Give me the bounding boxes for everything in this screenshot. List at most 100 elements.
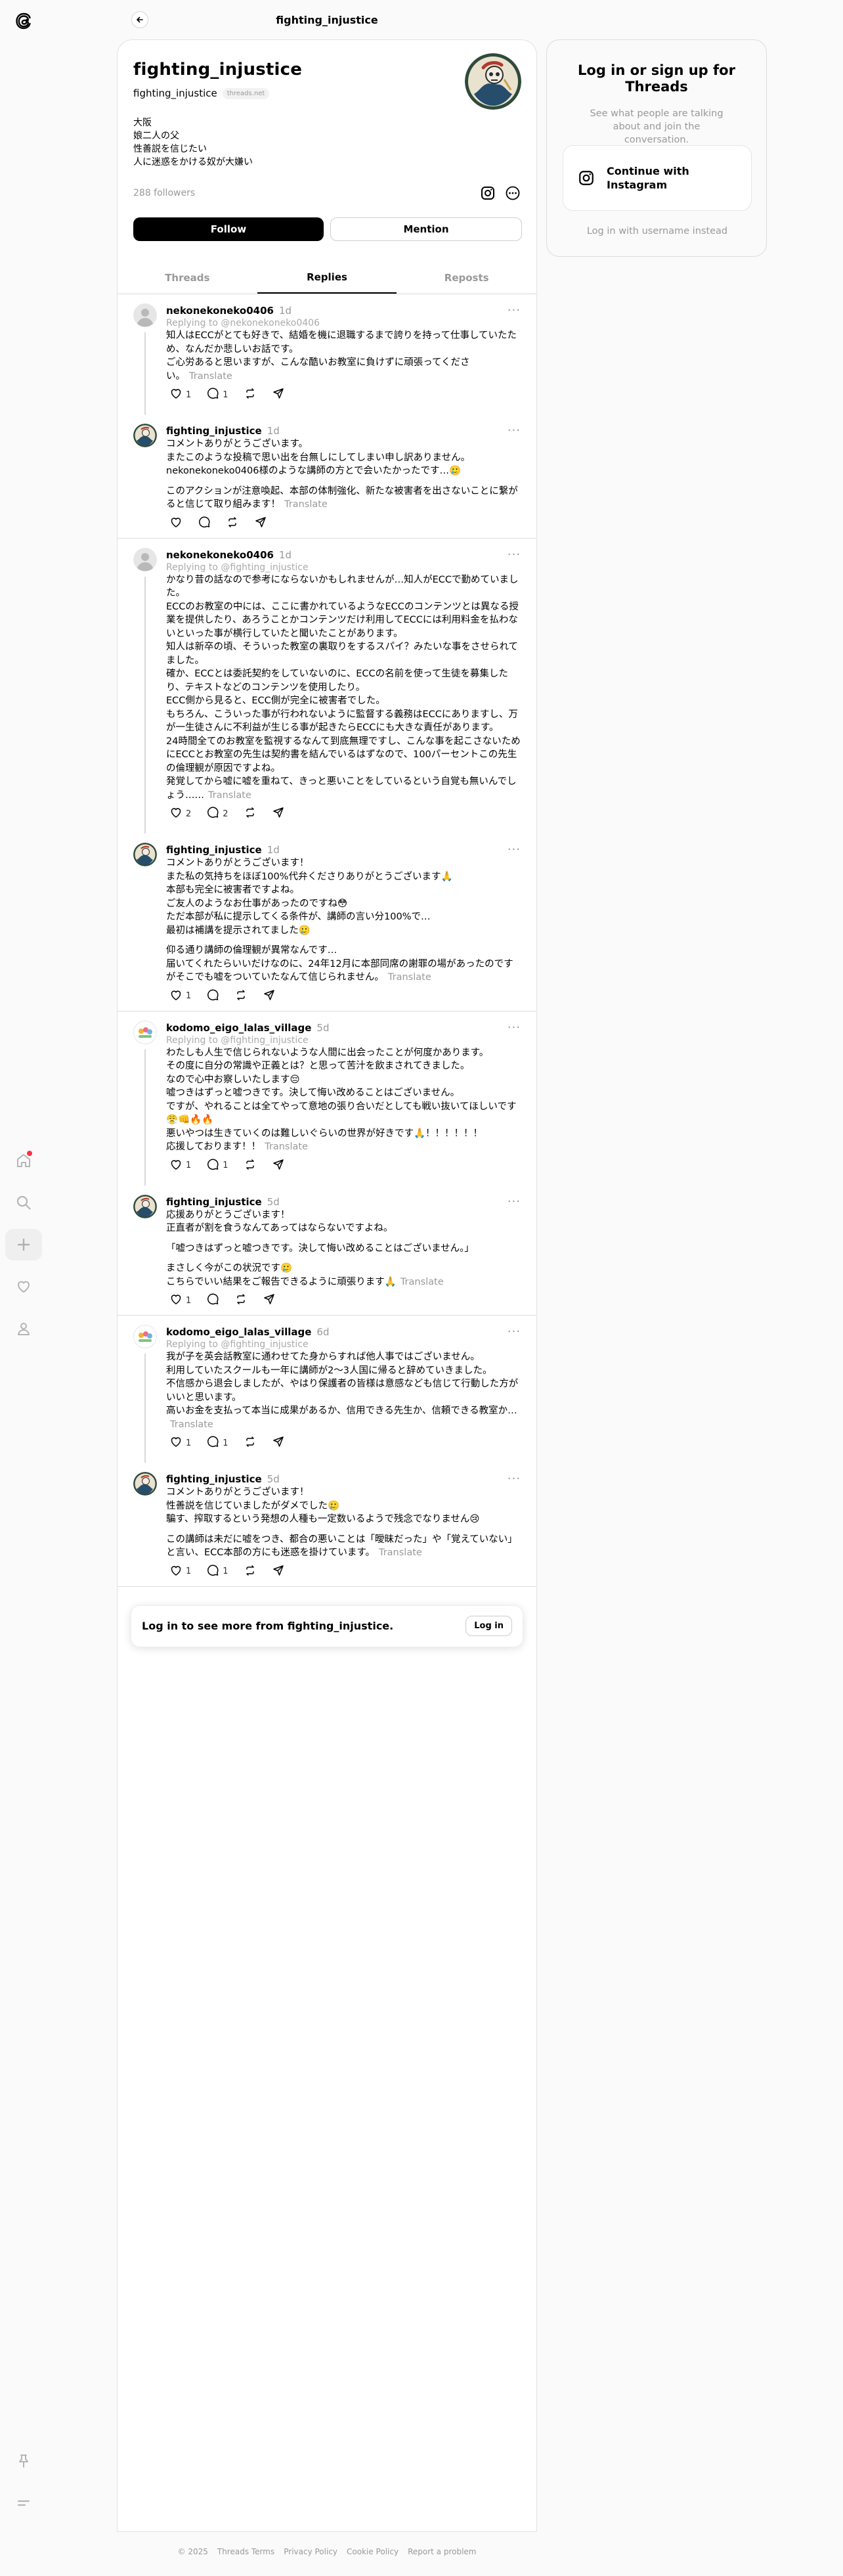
more-options-icon[interactable]: ··· (508, 1326, 521, 1338)
back-button[interactable] (131, 11, 148, 28)
avatar[interactable] (133, 303, 157, 327)
pin-icon[interactable] (0, 2440, 47, 2482)
avatar[interactable] (133, 424, 157, 447)
translate-link[interactable]: Translate (400, 1277, 444, 1287)
repost-button[interactable] (223, 516, 239, 531)
translate-link[interactable]: Translate (388, 972, 431, 983)
repost-button[interactable] (231, 988, 248, 1004)
reply-button[interactable]: 1 (203, 1158, 228, 1174)
share-button[interactable] (269, 1435, 285, 1451)
avatar[interactable] (133, 843, 157, 866)
reply-button[interactable] (203, 1293, 219, 1308)
continue-with-instagram-button[interactable]: Continue with Instagram (563, 145, 752, 211)
repost-button[interactable] (240, 1158, 257, 1174)
share-button[interactable] (259, 988, 276, 1004)
threads-badge[interactable]: threads.net (222, 87, 270, 99)
footer-cookie-link[interactable]: Cookie Policy (347, 2547, 399, 2556)
heart-icon[interactable] (0, 1266, 47, 1308)
more-options-icon[interactable]: ··· (508, 548, 521, 560)
translate-link[interactable]: Translate (284, 499, 328, 510)
like-button[interactable]: 1 (166, 1564, 191, 1580)
login-button[interactable]: Log in (465, 1616, 512, 1636)
mention-button[interactable]: Mention (330, 217, 522, 241)
more-options-icon[interactable] (504, 184, 522, 202)
avatar[interactable] (133, 1020, 157, 1044)
footer-terms-link[interactable]: Threads Terms (217, 2547, 274, 2556)
username[interactable]: nekonekoneko0406 (166, 305, 274, 317)
post-line: 応援しております！！ Translate (166, 1140, 521, 1154)
avatar[interactable] (133, 1325, 157, 1348)
username[interactable]: fighting_injustice (166, 844, 262, 856)
reply-button[interactable]: 1 (203, 387, 228, 403)
more-options-icon[interactable]: ··· (508, 425, 521, 437)
like-button[interactable]: 1 (166, 1158, 191, 1174)
share-button[interactable] (269, 1564, 285, 1580)
repost-button[interactable] (240, 806, 257, 822)
repost-button[interactable] (240, 1564, 257, 1580)
footer-privacy-link[interactable]: Privacy Policy (284, 2547, 337, 2556)
repost-button[interactable] (231, 1293, 248, 1308)
translate-link[interactable]: Translate (189, 371, 232, 382)
post-header: kodomo_eigo_lalas_village 6d ··· (166, 1316, 521, 1339)
like-button[interactable]: 1 (166, 387, 191, 403)
username[interactable]: fighting_injustice (166, 1473, 262, 1485)
timestamp: 5d (267, 1195, 280, 1208)
like-button[interactable]: 1 (166, 1435, 191, 1451)
more-options-icon[interactable]: ··· (508, 844, 521, 856)
share-button[interactable] (269, 387, 285, 403)
reply-button[interactable]: 2 (203, 806, 228, 822)
translate-link[interactable]: Translate (170, 1419, 213, 1430)
reply-button[interactable] (203, 988, 219, 1004)
username[interactable]: kodomo_eigo_lalas_village (166, 1326, 311, 1338)
login-prompt-text: Log in to see more from fighting_injusti… (142, 1620, 394, 1632)
like-button[interactable]: 2 (166, 806, 191, 822)
avatar[interactable] (133, 1472, 157, 1496)
followers-count[interactable]: 288 followers (133, 188, 472, 198)
threads-logo-icon[interactable] (12, 9, 35, 33)
more-options-icon[interactable]: ··· (508, 1021, 521, 1033)
reply-button[interactable]: 1 (203, 1564, 228, 1580)
username[interactable]: fighting_injustice (166, 425, 262, 437)
share-button[interactable] (259, 1293, 276, 1308)
more-options-icon[interactable]: ··· (508, 1473, 521, 1485)
profile-avatar[interactable] (465, 53, 521, 110)
repost-button[interactable] (240, 387, 257, 403)
post-text: わたしも人生で信じられないような人間に出会ったことが何度かあります。 その度に自分… (166, 1046, 521, 1154)
avatar[interactable] (133, 1194, 157, 1218)
create-icon[interactable] (0, 1224, 47, 1266)
thread-line (144, 576, 146, 833)
instagram-icon[interactable] (479, 184, 497, 202)
translate-link[interactable]: Translate (379, 1547, 422, 1558)
username[interactable]: kodomo_eigo_lalas_village (166, 1022, 311, 1034)
profile-icon[interactable] (0, 1308, 47, 1350)
login-username-link[interactable]: Log in with username instead (547, 226, 767, 236)
bio-line: 人に迷惑をかける奴が大嫌い (133, 157, 253, 167)
username[interactable]: fighting_injustice (166, 1196, 262, 1208)
translate-link[interactable]: Translate (265, 1142, 308, 1152)
username[interactable]: nekonekoneko0406 (166, 549, 274, 561)
more-options-icon[interactable]: ··· (508, 1195, 521, 1207)
repost-button[interactable] (240, 1435, 257, 1451)
avatar[interactable] (133, 547, 157, 571)
share-icon (272, 806, 285, 822)
post-header: fighting_injustice 5d ··· (166, 1463, 521, 1486)
share-button[interactable] (269, 806, 285, 822)
more-options-icon[interactable]: ··· (508, 305, 521, 317)
share-button[interactable] (269, 1158, 285, 1174)
follow-button[interactable]: Follow (133, 217, 324, 241)
post-text: コメントありがとうございます！ また私の気持ちをほぼ100%代弁くださりありがとう… (166, 856, 521, 985)
menu-icon[interactable] (0, 2482, 47, 2524)
like-button[interactable] (166, 516, 183, 531)
tab-replies[interactable]: Replies (257, 261, 397, 294)
reply-button[interactable]: 1 (203, 1435, 228, 1451)
home-icon[interactable] (0, 1140, 47, 1182)
reply-button[interactable] (194, 516, 211, 531)
tab-reposts[interactable]: Reposts (397, 261, 536, 294)
like-button[interactable]: 1 (166, 1293, 191, 1308)
footer-report-link[interactable]: Report a problem (408, 2547, 476, 2556)
like-button[interactable]: 1 (166, 988, 191, 1004)
search-icon[interactable] (0, 1182, 47, 1224)
translate-link[interactable]: Translate (208, 790, 251, 801)
share-button[interactable] (251, 516, 267, 531)
tab-threads[interactable]: Threads (118, 261, 257, 294)
